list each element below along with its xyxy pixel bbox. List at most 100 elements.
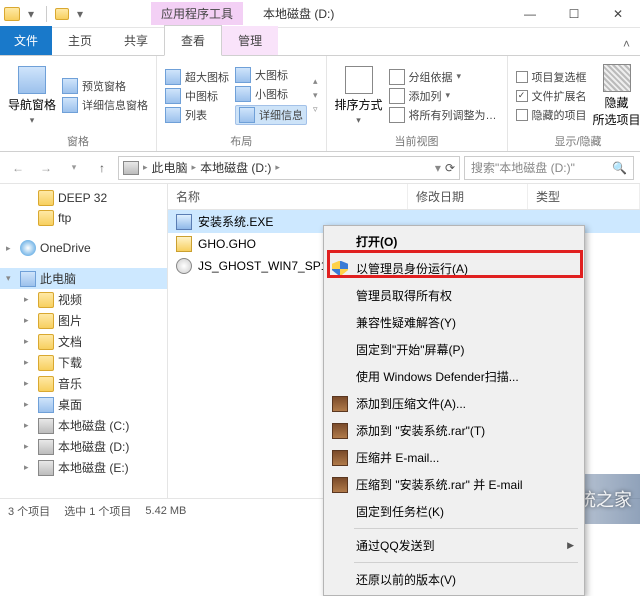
preview-pane-button[interactable]: 预览窗格 <box>62 78 148 94</box>
col-type[interactable]: 类型 <box>528 184 640 209</box>
group-current-view-label: 当前视图 <box>335 131 499 149</box>
cm-run-as-admin[interactable]: 以管理员身份运行(A) <box>326 255 582 282</box>
recent-dropdown[interactable]: ▾ <box>62 156 86 180</box>
qat-properties-icon[interactable] <box>55 8 69 20</box>
hidden-items-toggle[interactable]: 隐藏的项目 <box>516 107 587 123</box>
collapse-ribbon-button[interactable]: ˄ <box>613 33 640 55</box>
nav-pane-button[interactable]: 导航窗格 ▾ <box>8 60 56 131</box>
tab-home[interactable]: 主页 <box>52 26 108 55</box>
breadcrumb-this-pc[interactable]: 此电脑 <box>152 159 188 176</box>
tab-view[interactable]: 查看 <box>164 25 222 56</box>
layout-scroll-down[interactable]: ▾ <box>313 90 318 101</box>
group-icon <box>389 69 405 85</box>
xl-icon <box>165 69 181 85</box>
address-bar[interactable]: ▸ 此电脑 ▸ 本地磁盘 (D:) ▸ ▾ ⟳ <box>118 156 460 180</box>
nav-pane-label: 导航窗格 <box>8 96 56 113</box>
qat-dropdown-icon[interactable]: ▾ <box>24 7 38 21</box>
expand-icon[interactable]: ▸ <box>24 315 34 326</box>
item-checkboxes-toggle[interactable]: 项目复选框 <box>516 69 587 85</box>
group-panes-label: 窗格 <box>8 131 148 149</box>
chevron-right-icon[interactable]: ▸ <box>275 162 280 173</box>
tree-item-documents[interactable]: ▸文档 <box>0 331 167 352</box>
titlebar: ▾ ▾ 应用程序工具 本地磁盘 (D:) — ☐ ✕ <box>0 0 640 28</box>
tab-manage[interactable]: 管理 <box>222 26 278 55</box>
tree-item-this-pc[interactable]: ▾此电脑 <box>0 268 167 289</box>
file-ext-toggle[interactable]: ✓文件扩展名 <box>516 88 587 104</box>
tree-item-music[interactable]: ▸音乐 <box>0 373 167 394</box>
collapse-icon[interactable]: ▾ <box>6 273 16 284</box>
group-by-button[interactable]: 分组依据 ▾ <box>389 69 499 85</box>
size-columns-button[interactable]: 将所有列调整为合适的大小 <box>389 107 499 123</box>
tab-file[interactable]: 文件 <box>0 26 52 55</box>
expand-icon[interactable]: ▸ <box>24 420 34 431</box>
cm-defender[interactable]: 使用 Windows Defender扫描... <box>326 363 582 390</box>
chevron-right-icon[interactable]: ▸ <box>143 162 148 173</box>
expand-icon[interactable]: ▸ <box>24 462 34 473</box>
layout-expand[interactable]: ▿ <box>313 104 318 115</box>
cm-troubleshoot[interactable]: 兼容性疑难解答(Y) <box>326 309 582 336</box>
tree-item-ftp[interactable]: ftp <box>0 208 167 228</box>
sort-button[interactable]: 排序方式 ▾ <box>335 60 383 131</box>
tab-share[interactable]: 共享 <box>108 26 164 55</box>
sort-label: 排序方式 <box>335 96 383 113</box>
cm-compress-rar-email[interactable]: 压缩到 "安装系统.rar" 并 E-mail <box>326 471 582 498</box>
checkbox-icon <box>516 71 528 83</box>
cm-send-qq[interactable]: 通过QQ发送到▶ <box>326 532 582 559</box>
layout-extra-large[interactable]: 超大图标 <box>165 69 229 85</box>
col-name[interactable]: 名称 <box>168 184 408 209</box>
address-dropdown-icon[interactable]: ▾ <box>435 161 441 175</box>
close-button[interactable]: ✕ <box>596 0 640 28</box>
layout-list[interactable]: 列表 <box>165 107 229 123</box>
back-button[interactable]: ← <box>6 156 30 180</box>
layout-small[interactable]: 小图标 <box>235 86 307 102</box>
expand-icon[interactable]: ▸ <box>6 243 16 254</box>
up-button[interactable]: ↑ <box>90 156 114 180</box>
cm-pin-taskbar[interactable]: 固定到任务栏(K) <box>326 498 582 525</box>
minimize-button[interactable]: — <box>508 0 552 28</box>
addcol-icon <box>389 88 405 104</box>
breadcrumb-drive[interactable]: 本地磁盘 (D:) <box>200 159 271 176</box>
onedrive-icon <box>20 240 36 256</box>
ribbon: 导航窗格 ▾ 预览窗格 详细信息窗格 窗格 超大图标 中图标 列表 大图标 小图… <box>0 56 640 152</box>
cm-restore-prev[interactable]: 还原以前的版本(V) <box>326 566 582 593</box>
chevron-right-icon[interactable]: ▸ <box>192 162 197 173</box>
status-selected: 选中 1 个项目 <box>64 503 131 519</box>
maximize-button[interactable]: ☐ <box>552 0 596 28</box>
hide-selected-button[interactable]: 隐藏 所选项目 <box>593 60 640 131</box>
details-pane-button[interactable]: 详细信息窗格 <box>62 97 148 113</box>
expand-icon[interactable]: ▸ <box>24 336 34 347</box>
qat-overflow-icon[interactable]: ▾ <box>73 7 87 21</box>
nav-tree[interactable]: DEEP 32 ftp ▸OneDrive ▾此电脑 ▸视频 ▸图片 ▸文档 ▸… <box>0 184 168 498</box>
refresh-button[interactable]: ⟳ <box>445 161 455 175</box>
layout-medium[interactable]: 中图标 <box>165 88 229 104</box>
search-input[interactable]: 搜索"本地磁盘 (D:)" 🔍 <box>464 156 634 180</box>
cm-pin-start[interactable]: 固定到"开始"屏幕(P) <box>326 336 582 363</box>
tree-item-onedrive[interactable]: ▸OneDrive <box>0 238 167 258</box>
rar-icon <box>332 450 348 466</box>
expand-icon[interactable]: ▸ <box>24 441 34 452</box>
tree-item-drive-e[interactable]: ▸本地磁盘 (E:) <box>0 457 167 478</box>
tree-item-videos[interactable]: ▸视频 <box>0 289 167 310</box>
cm-add-archive[interactable]: 添加到压缩文件(A)... <box>326 390 582 417</box>
layout-details[interactable]: 详细信息 <box>235 105 307 125</box>
expand-icon[interactable]: ▸ <box>24 294 34 305</box>
tree-item-pictures[interactable]: ▸图片 <box>0 310 167 331</box>
cm-add-rar[interactable]: 添加到 "安装系统.rar"(T) <box>326 417 582 444</box>
cm-open[interactable]: 打开(O) <box>326 228 582 255</box>
forward-button[interactable]: → <box>34 156 58 180</box>
tree-item-downloads[interactable]: ▸下载 <box>0 352 167 373</box>
tree-item-drive-d[interactable]: ▸本地磁盘 (D:) <box>0 436 167 457</box>
expand-icon[interactable]: ▸ <box>24 357 34 368</box>
cm-compress-email[interactable]: 压缩并 E-mail... <box>326 444 582 471</box>
layout-scroll-up[interactable]: ▴ <box>313 76 318 87</box>
col-date[interactable]: 修改日期 <box>408 184 528 209</box>
expand-icon[interactable]: ▸ <box>24 378 34 389</box>
cm-take-ownership[interactable]: 管理员取得所有权 <box>326 282 582 309</box>
tree-item-deep32[interactable]: DEEP 32 <box>0 188 167 208</box>
tree-item-drive-c[interactable]: ▸本地磁盘 (C:) <box>0 415 167 436</box>
search-placeholder: 搜索"本地磁盘 (D:)" <box>471 159 575 176</box>
tree-item-desktop[interactable]: ▸桌面 <box>0 394 167 415</box>
expand-icon[interactable]: ▸ <box>24 399 34 410</box>
add-columns-button[interactable]: 添加列 ▾ <box>389 88 499 104</box>
layout-large[interactable]: 大图标 <box>235 67 307 83</box>
